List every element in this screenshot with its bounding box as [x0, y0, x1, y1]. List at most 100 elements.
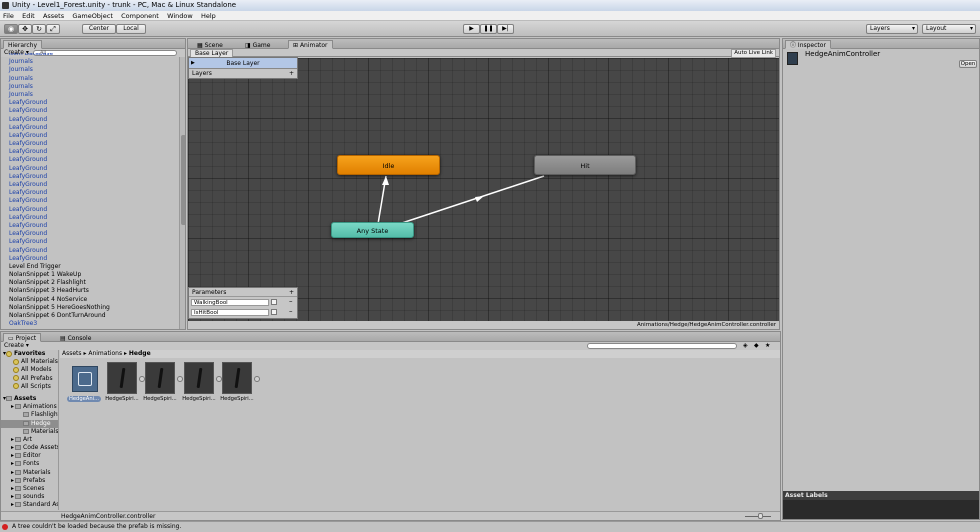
project-tree-item[interactable]: ▸ Standard As: [1, 501, 58, 509]
play-button[interactable]: ▶: [463, 24, 480, 34]
status-bar[interactable]: A tree couldn't be loaded because the pr…: [0, 521, 980, 531]
hierarchy-item[interactable]: LeafyGround: [1, 206, 179, 214]
hierarchy-item[interactable]: NolanSnippet 6 DontTurnAround: [1, 312, 179, 320]
hierarchy-item[interactable]: LeafyGround: [1, 124, 179, 132]
animation-clip-asset[interactable]: [222, 362, 260, 394]
hierarchy-item[interactable]: LeafyGround: [1, 107, 179, 115]
project-tree-item[interactable]: ▸ Fonts: [1, 460, 58, 468]
hierarchy-item[interactable]: LeafyGround: [1, 247, 179, 255]
hierarchy-item[interactable]: Journals: [1, 83, 179, 91]
hierarchy-scroll-thumb[interactable]: [181, 135, 185, 225]
project-create-button[interactable]: Create ▾: [4, 342, 29, 350]
project-tree-item[interactable]: ▸ Prefabs: [1, 477, 58, 485]
hierarchy-item[interactable]: Journals: [1, 58, 179, 66]
remove-parameter-button[interactable]: –: [289, 297, 293, 305]
hierarchy-item[interactable]: Level End Trigger: [1, 263, 179, 271]
open-button[interactable]: Open: [959, 60, 977, 68]
menu-gameobject[interactable]: GameObject: [69, 11, 116, 21]
favorite-item[interactable]: All Materials: [1, 358, 58, 366]
hierarchy-item[interactable]: LeafyGround: [1, 214, 179, 222]
parameter-name-field[interactable]: WalkingBool: [191, 299, 269, 306]
hierarchy-scrollbar[interactable]: [179, 57, 185, 329]
animator-graph[interactable]: Idle Hit Any State ▶ Base Layer Layers +…: [188, 57, 779, 321]
state-hit[interactable]: Hit: [534, 155, 636, 175]
menu-edit[interactable]: Edit: [19, 11, 38, 21]
hierarchy-item[interactable]: Journals: [1, 91, 179, 99]
hierarchy-item[interactable]: LeafyGround: [1, 116, 179, 124]
hierarchy-item[interactable]: NolanSnippet 2 Flashlight: [1, 279, 179, 287]
project-tree-item[interactable]: Flashlight: [1, 411, 58, 419]
remove-parameter-button[interactable]: –: [289, 307, 293, 315]
favorite-item[interactable]: All Prefabs: [1, 375, 58, 383]
scale-tool-button[interactable]: ⤢: [46, 24, 60, 34]
rotate-tool-button[interactable]: ↻: [32, 24, 46, 34]
project-tree-item[interactable]: ▸ Animations: [1, 403, 58, 411]
hierarchy-item[interactable]: NolanSnippet 4 NoService: [1, 296, 179, 304]
pivot-local-button[interactable]: Local: [116, 24, 146, 34]
hierarchy-item[interactable]: Journals: [1, 75, 179, 83]
star-icon[interactable]: ★: [765, 342, 770, 349]
tab-scene[interactable]: ▦ Scene: [192, 40, 228, 49]
zoom-slider-thumb[interactable]: [758, 513, 763, 519]
hierarchy-item[interactable]: OakTree3: [1, 320, 179, 328]
project-tree-item[interactable]: Hedge: [1, 419, 58, 428]
parameter-name-field[interactable]: IsHitBool: [191, 309, 269, 316]
hierarchy-item[interactable]: LeafyGround: [1, 156, 179, 164]
animation-clip-asset[interactable]: [107, 362, 145, 394]
hierarchy-item[interactable]: LeafyGround: [1, 197, 179, 205]
menu-help[interactable]: Help: [198, 11, 219, 21]
hierarchy-item[interactable]: LeafyGround: [1, 238, 179, 246]
search-by-type-icon[interactable]: ◈: [743, 342, 748, 349]
expand-clip-button[interactable]: [177, 376, 183, 382]
hierarchy-item[interactable]: Journals: [1, 66, 179, 74]
add-parameter-button[interactable]: +: [289, 288, 294, 297]
menu-file[interactable]: File: [0, 11, 17, 21]
view-tool-button[interactable]: ◉: [4, 24, 18, 34]
move-tool-button[interactable]: ✥: [18, 24, 32, 34]
project-tree-item[interactable]: ▸ Art: [1, 436, 58, 444]
state-idle[interactable]: Idle: [337, 155, 440, 175]
project-tree-item[interactable]: ▸ Editor: [1, 452, 58, 460]
assets-header[interactable]: ▾ Assets: [1, 395, 58, 403]
favorite-item[interactable]: All Models: [1, 366, 58, 374]
pivot-center-button[interactable]: Center: [82, 24, 116, 34]
state-any[interactable]: Any State: [331, 222, 414, 238]
hierarchy-item[interactable]: LeafyGround: [1, 173, 179, 181]
hierarchy-item[interactable]: LeafyGround: [1, 99, 179, 107]
breadcrumb-assets[interactable]: Assets: [62, 350, 82, 357]
tab-hierarchy[interactable]: Hierarchy: [3, 40, 43, 49]
animator-controller-asset[interactable]: [72, 366, 98, 392]
animation-clip-asset[interactable]: [145, 362, 183, 394]
favorites-header[interactable]: ▾ Favorites: [1, 350, 58, 358]
hierarchy-item[interactable]: LeafyGround: [1, 222, 179, 230]
hierarchy-item[interactable]: NolanSnippet 1 WakeUp: [1, 271, 179, 279]
add-layer-button[interactable]: +: [289, 69, 294, 79]
tab-project[interactable]: ▭ Project: [3, 333, 42, 342]
step-button[interactable]: ▶|: [497, 24, 514, 34]
menu-window[interactable]: Window: [164, 11, 196, 21]
hierarchy-item[interactable]: LeafyGround: [1, 140, 179, 148]
layer-row-base[interactable]: ▶ Base Layer: [189, 58, 297, 69]
menu-component[interactable]: Component: [118, 11, 162, 21]
hierarchy-item[interactable]: LeafyGround: [1, 165, 179, 173]
layout-dropdown[interactable]: Layout ▾: [922, 24, 976, 34]
tab-animator[interactable]: ⊞ Animator: [288, 40, 333, 49]
tab-inspector[interactable]: ⓘ Inspector: [785, 40, 831, 49]
hierarchy-item[interactable]: LeafyGround: [1, 181, 179, 189]
expand-clip-button[interactable]: [254, 376, 260, 382]
hierarchy-item[interactable]: LeafyGround: [1, 230, 179, 238]
breadcrumb-animations[interactable]: Animations: [88, 350, 122, 357]
zoom-slider[interactable]: [745, 513, 771, 519]
menu-assets[interactable]: Assets: [40, 11, 67, 21]
breadcrumb-hedge[interactable]: Hedge: [129, 350, 151, 357]
favorite-item[interactable]: All Scripts: [1, 383, 58, 391]
search-by-label-icon[interactable]: ◆: [754, 342, 759, 349]
transition-any-to-hit[interactable]: [401, 175, 545, 224]
project-tree-item[interactable]: ▸ sounds: [1, 493, 58, 501]
project-tree-item[interactable]: ▸ Code Assets: [1, 444, 58, 452]
project-tree-item[interactable]: ▸ Scenes: [1, 485, 58, 493]
tab-console[interactable]: ▤ Console: [55, 333, 96, 342]
tab-game[interactable]: ◨ Game: [240, 40, 275, 49]
hierarchy-item[interactable]: LeafyGround: [1, 255, 179, 263]
project-search-input[interactable]: [587, 343, 737, 349]
